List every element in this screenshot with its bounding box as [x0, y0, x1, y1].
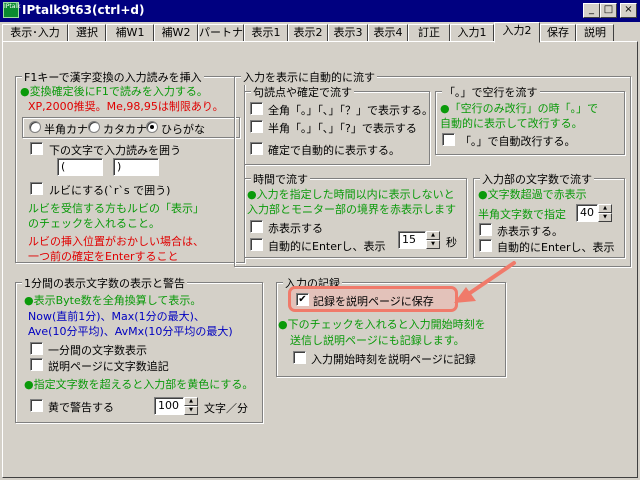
auto-newline-label: 「｡」で自動改行する。: [460, 135, 576, 148]
count-note1: ●表示Byte数を全角換算して表示。: [24, 294, 202, 307]
seconds-unit: 秒: [446, 236, 457, 249]
tab-input1[interactable]: 入力1: [450, 24, 494, 42]
yellow-warn-checkbox[interactable]: [30, 399, 43, 412]
time-red-checkbox[interactable]: [250, 220, 263, 233]
f1-note-red: XP,2000推奨。Me,98,95は制限あり。: [28, 100, 224, 113]
rate-input[interactable]: 100: [154, 397, 184, 415]
tab-input2[interactable]: 入力2: [494, 22, 540, 43]
radio-katakana[interactable]: [88, 121, 100, 133]
count-note3: Ave(10分平均)、AvMx(10分平均の最大): [28, 325, 233, 338]
radio-katakana-label: カタカナ: [103, 123, 147, 136]
chars-red-checkbox[interactable]: [479, 223, 492, 236]
annotation-arrow-icon: [454, 261, 516, 303]
rate-spinner[interactable]: ▲ ▼: [184, 397, 198, 415]
chars-note2: 半角文字数で指定: [478, 208, 566, 221]
ruby-note2: のチェックを入れること。: [28, 217, 160, 230]
show-count-checkbox[interactable]: [30, 342, 43, 355]
rate-unit: 文字／分: [204, 402, 248, 415]
tab-display4[interactable]: 表示4: [368, 24, 408, 42]
spin-down-icon[interactable]: ▼: [426, 240, 440, 249]
confirm-checkbox[interactable]: [250, 142, 263, 155]
minimize-button[interactable]: _: [583, 3, 600, 18]
close-button[interactable]: ×: [620, 3, 637, 18]
radio-hankaku-label: 半角カナ: [44, 123, 88, 136]
spin-up-icon[interactable]: ▲: [426, 231, 440, 240]
chars-enter-checkbox[interactable]: [479, 239, 492, 252]
auto-flow-title: 入力を表示に自動的に流す: [241, 69, 377, 85]
hankaku-label: 半角「｡」「､」「?」で表示する: [268, 122, 417, 135]
tab-partner[interactable]: パートナ: [198, 24, 244, 42]
seconds-spinner[interactable]: ▲ ▼: [426, 231, 440, 249]
tab-display3[interactable]: 表示3: [328, 24, 368, 42]
time-enter-checkbox[interactable]: [250, 238, 263, 251]
time-note2: 入力部とモニター部の境界を赤表示します: [247, 203, 456, 216]
ruby-checkbox[interactable]: [30, 182, 43, 195]
confirm-label: 確定で自動的に表示する。: [268, 144, 400, 157]
chars-note1: ●文字数超過で赤表示: [478, 188, 587, 201]
spin-down-icon[interactable]: ▼: [598, 213, 612, 222]
chars-count-input[interactable]: 40: [576, 204, 598, 222]
record-start-checkbox[interactable]: [293, 351, 306, 364]
chars-red-label: 赤表示する。: [497, 225, 563, 238]
ruby-note1: ルビを受信する方もルビの「表示」: [28, 202, 204, 215]
chars-enter-label: 自動的にEnterし、表示: [497, 241, 615, 254]
ruby-label: ルビにする(`r`s で囲う): [49, 184, 171, 197]
record-note1: ●下のチェックを入れると入力開始時刻を: [278, 318, 486, 331]
log-count-checkbox[interactable]: [30, 358, 43, 371]
tab-hojo-w2[interactable]: 補W2: [154, 24, 198, 42]
blank-group-title: 「｡」で空行を流す: [442, 84, 540, 100]
tab-display2[interactable]: 表示2: [288, 24, 328, 42]
app-icon[interactable]: IPtalk: [3, 2, 21, 18]
save-record-checkbox[interactable]: ✔: [296, 293, 309, 306]
tab-display1[interactable]: 表示1: [244, 24, 288, 42]
chars-group-title: 入力部の文字数で流す: [480, 171, 594, 187]
tab-save[interactable]: 保存: [540, 24, 576, 42]
chars-count-spinner[interactable]: ▲ ▼: [598, 204, 612, 222]
tab-hojo-w1[interactable]: 補W1: [106, 24, 154, 42]
title-bar: IPtalk IPtalk9t63(ctrl+d) _ □ ×: [0, 0, 640, 22]
log-count-label: 説明ページに文字数追記: [48, 360, 169, 373]
punct-group-title: 句読点や確定で流す: [251, 84, 354, 100]
yellow-warn-label: 黄で警告する: [48, 401, 114, 414]
time-group-title: 時間で流す: [251, 171, 310, 187]
radio-hiragana[interactable]: [146, 121, 158, 133]
spin-up-icon[interactable]: ▲: [598, 204, 612, 213]
tab-display-input[interactable]: 表示･入力: [2, 24, 68, 42]
spin-down-icon[interactable]: ▼: [184, 406, 198, 415]
zenkaku-checkbox[interactable]: [250, 102, 263, 115]
spin-up-icon[interactable]: ▲: [184, 397, 198, 406]
zenkaku-label: 全角「｡」「､」「？」で表示する。: [268, 104, 433, 117]
tab-description[interactable]: 説明: [576, 24, 614, 42]
count-note2: Now(直前1分)、Max(1分の最大)、: [28, 310, 205, 323]
f1-note-green: ●変換確定後にF1で読みを入力する。: [20, 85, 208, 98]
time-red-label: 赤表示する: [268, 222, 323, 235]
warn-note: ●指定文字数を超えると入力部を黄色にする。: [24, 378, 254, 391]
tab-bar: 表示･入力 選択 補W1 補W2 パートナ 表示1 表示2 表示3 表示4 訂正…: [0, 22, 640, 43]
time-enter-label: 自動的にEnterし、表示: [268, 240, 386, 253]
maximize-button[interactable]: □: [600, 3, 617, 18]
show-count-label: 一分間の文字数表示: [48, 344, 147, 357]
blank-note2: 自動的に表示して改行する。: [440, 117, 583, 130]
time-note1: ●入力を指定した時間以内に表示しないと: [247, 188, 455, 201]
enclose-label: 下の文字で入力読みを囲う: [49, 144, 181, 157]
window-title: IPtalk9t63(ctrl+d): [22, 3, 145, 17]
char-count-title: 1分間の表示文字数の表示と警告: [22, 275, 187, 291]
record-start-label: 入力開始時刻を説明ページに記録: [311, 353, 476, 366]
radio-hankaku[interactable]: [29, 121, 41, 133]
ruby-warn2: 一つ前の確定をEnterすること: [28, 250, 179, 263]
enclose-checkbox[interactable]: [30, 142, 43, 155]
blank-note1: ●「空行のみ改行」の時「｡」で: [440, 102, 599, 115]
radio-hiragana-label: ひらがな: [161, 123, 205, 136]
hankaku-checkbox[interactable]: [250, 120, 263, 133]
save-record-label: 記録を説明ページに保存: [313, 295, 434, 308]
auto-newline-checkbox[interactable]: [442, 133, 455, 146]
tab-correction[interactable]: 訂正: [408, 24, 450, 42]
seconds-input[interactable]: 15: [398, 231, 426, 249]
tab-select[interactable]: 選択: [68, 24, 106, 42]
ruby-warn1: ルビの挿入位置がおかしい場合は、: [28, 235, 204, 248]
record-note2: 送信し説明ページにも記録します。: [290, 334, 465, 347]
enclose-close-input[interactable]: ): [113, 158, 159, 176]
enclose-open-input[interactable]: (: [57, 158, 103, 176]
